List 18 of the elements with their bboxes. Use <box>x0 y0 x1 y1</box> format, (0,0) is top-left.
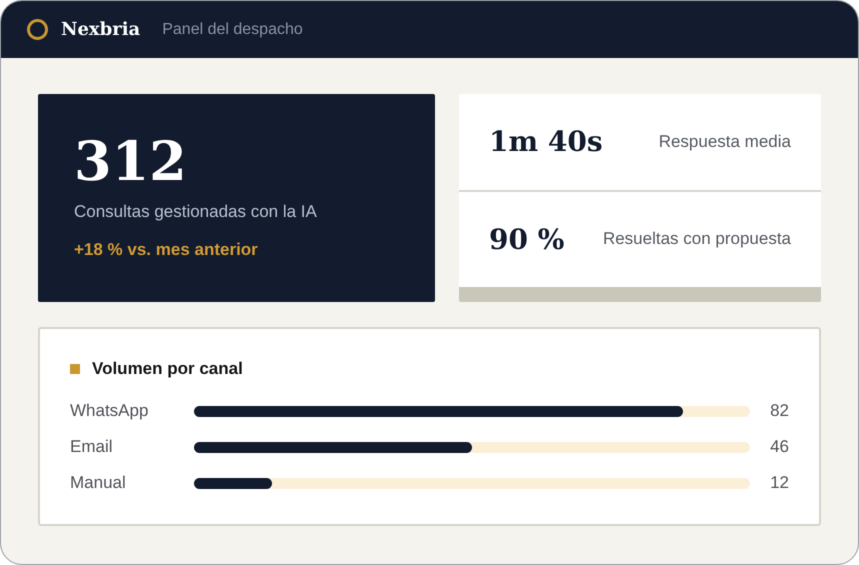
page-subtitle: Panel del despacho <box>162 20 303 38</box>
stat-label: Resueltas con propuesta <box>602 229 791 250</box>
channel-name: Email <box>70 437 114 457</box>
stat-label: Respuesta media <box>658 132 791 152</box>
square-icon <box>70 364 80 374</box>
stat-value: 1m 40s <box>489 125 603 158</box>
logo-ring-icon <box>27 19 48 40</box>
channel-name: WhatsApp <box>70 401 150 421</box>
stat-value: 90 % <box>489 222 564 256</box>
channel-count: 12 <box>769 473 789 493</box>
hero-label: Consultas gestionadas con la IA <box>74 202 318 222</box>
brand-name: Nexbria <box>61 19 140 40</box>
panel-title: Volumen por canal <box>92 359 243 379</box>
hero-change: +18 % vs. mes anterior <box>74 240 259 260</box>
channel-count: 46 <box>769 437 789 457</box>
hero-value: 312 <box>74 130 188 192</box>
channel-name: Manual <box>70 473 127 493</box>
channel-count: 82 <box>769 401 789 421</box>
